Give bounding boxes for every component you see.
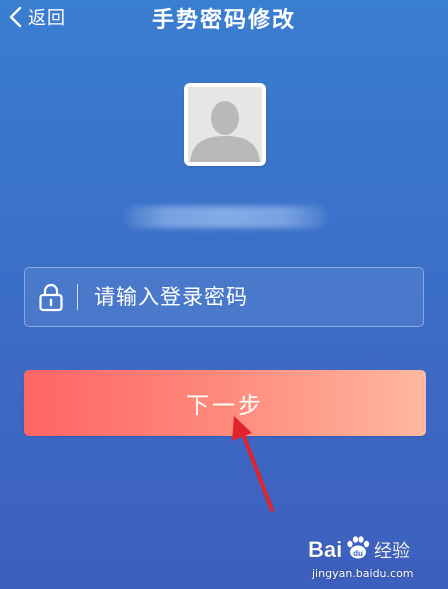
svg-text:Bai: Bai — [308, 537, 342, 562]
gesture-password-screen: 返回 手势密码修改 下一步 Bai du 经验 jingyan.baidu.co… — [0, 0, 448, 589]
lock-icon — [39, 283, 63, 312]
field-divider — [77, 284, 78, 310]
top-bar: 返回 手势密码修改 — [0, 0, 448, 34]
page-title: 手势密码修改 — [151, 8, 296, 33]
next-step-label: 下一步 — [186, 393, 264, 419]
svg-text:经验: 经验 — [374, 541, 410, 562]
watermark-url: jingyan.baidu.com — [312, 567, 414, 580]
password-field[interactable] — [24, 267, 424, 327]
avatar — [184, 83, 266, 166]
baidu-jingyan-watermark: Bai du 经验 jingyan.baidu.com — [306, 525, 432, 583]
blurred-username — [124, 206, 328, 228]
default-user-avatar-icon — [188, 87, 262, 162]
baidu-jingyan-logo: Bai du 经验 — [308, 536, 410, 562]
next-step-button[interactable]: 下一步 — [24, 370, 426, 436]
password-input[interactable] — [94, 277, 423, 317]
svg-text:du: du — [353, 549, 363, 558]
